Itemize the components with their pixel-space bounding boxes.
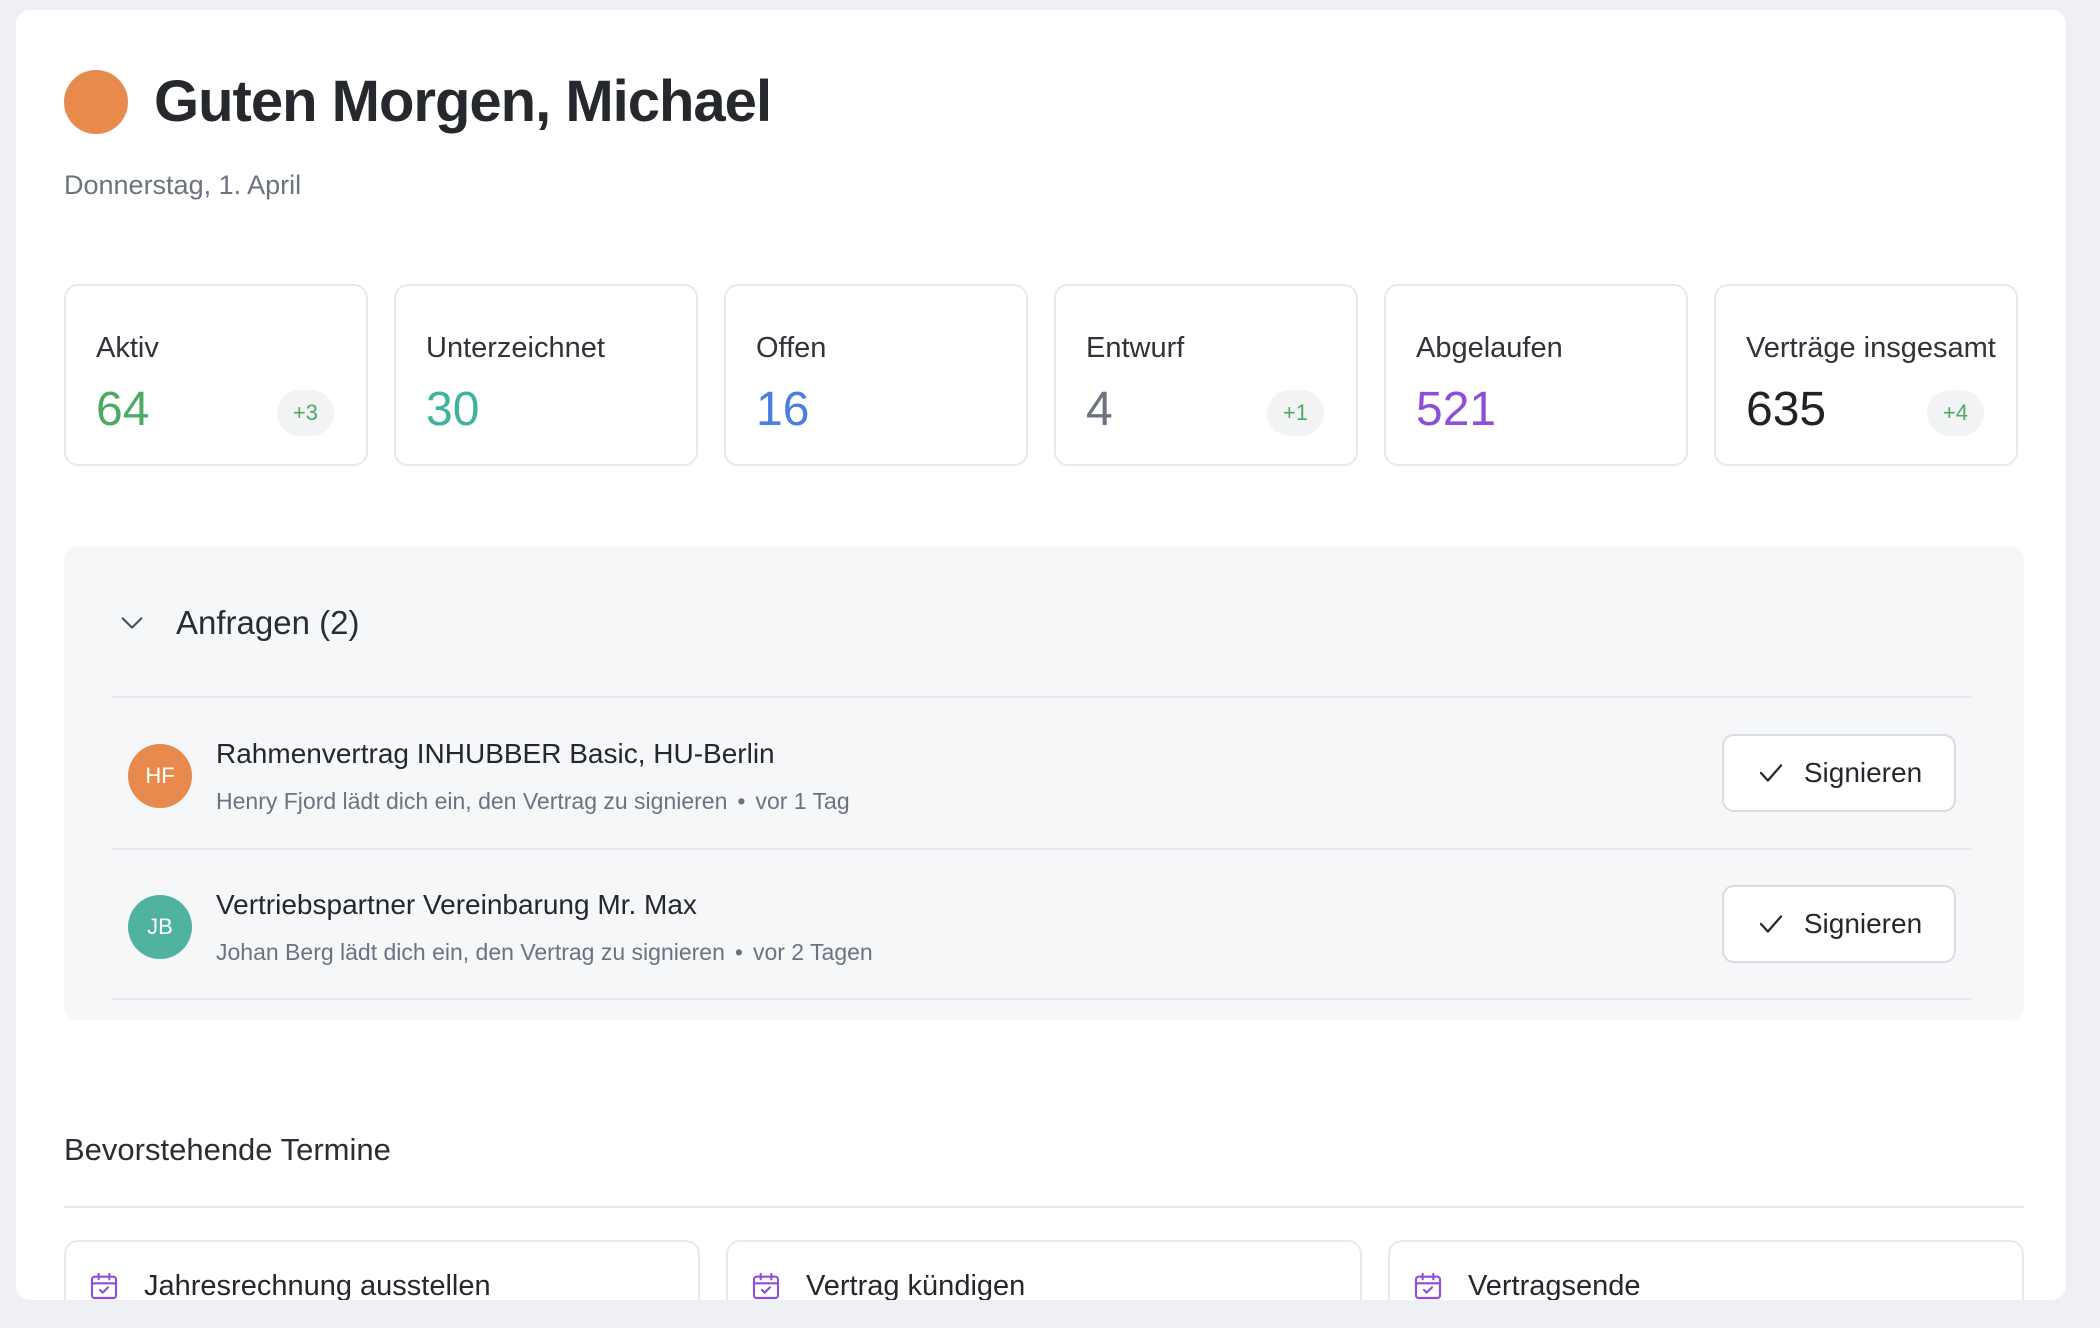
- calendar-check-icon: [1414, 1272, 1442, 1300]
- divider: [64, 1206, 2024, 1208]
- check-icon: [1759, 764, 1782, 782]
- dashboard-panel: Guten Morgen, Michael Donnerstag, 1. Apr…: [16, 10, 2066, 1300]
- request-name[interactable]: Vertriebspartner Vereinbarung Mr. Max: [216, 889, 697, 921]
- request-time: vor 1 Tag: [755, 788, 850, 814]
- separator: •: [734, 939, 743, 965]
- stat-card-offen[interactable]: Offen 16: [724, 284, 1028, 466]
- calendar-check-icon: [752, 1272, 780, 1300]
- stat-card-abgelaufen[interactable]: Abgelaufen 521: [1384, 284, 1688, 466]
- event-label: Vertragsende: [1468, 1270, 1641, 1300]
- requests-title: Anfragen (2): [176, 604, 360, 641]
- stat-label: Unterzeichnet: [426, 332, 605, 364]
- calendar-check-icon: [90, 1272, 118, 1300]
- check-icon: [1759, 915, 1782, 933]
- stat-value: 30: [426, 383, 480, 436]
- avatar: JB: [128, 895, 192, 959]
- greeting: Guten Morgen, Michael: [64, 68, 772, 135]
- requests-toggle[interactable]: Anfragen (2): [118, 604, 359, 642]
- stat-card-aktiv[interactable]: Aktiv 64 +3: [64, 284, 368, 466]
- event-label: Vertrag kündigen: [806, 1270, 1026, 1300]
- request-subtitle: Johan Berg lädt dich ein, den Vertrag zu…: [216, 939, 873, 966]
- stat-card-unterzeichnet[interactable]: Unterzeichnet 30: [394, 284, 698, 466]
- section-title: Bevorstehende Termine: [64, 1132, 391, 1167]
- stat-label: Verträge insgesamt: [1746, 332, 1996, 364]
- stat-value: 4: [1086, 383, 1113, 436]
- stat-value: 16: [756, 383, 810, 436]
- stat-label: Entwurf: [1086, 332, 1185, 364]
- stat-value: 64: [96, 383, 150, 436]
- request-subtitle: Henry Fjord lädt dich ein, den Vertrag z…: [216, 788, 850, 815]
- stat-card-insgesamt[interactable]: Verträge insgesamt 635 +4: [1714, 284, 2018, 466]
- stat-value: 521: [1416, 383, 1497, 436]
- event-card[interactable]: Vertrag kündigen: [726, 1240, 1362, 1300]
- page-title: Guten Morgen, Michael: [154, 69, 772, 134]
- stat-label: Offen: [756, 332, 827, 364]
- stat-badge: +3: [276, 390, 334, 436]
- list-item: HF Rahmenvertrag INHUBBER Basic, HU-Berl…: [112, 698, 1972, 848]
- stat-badge: +1: [1266, 390, 1324, 436]
- request-time: vor 2 Tagen: [752, 939, 873, 965]
- stat-label: Abgelaufen: [1416, 332, 1563, 364]
- event-card[interactable]: Vertragsende: [1388, 1240, 2024, 1300]
- avatar: HF: [128, 744, 192, 808]
- events-row: Jahresrechnung ausstellen Vertrag kündig…: [64, 1240, 2024, 1300]
- request-invite-text: Johan Berg lädt dich ein, den Vertrag zu…: [216, 939, 725, 965]
- list-item: JB Vertriebspartner Vereinbarung Mr. Max…: [112, 849, 1972, 999]
- stat-card-entwurf[interactable]: Entwurf 4 +1: [1054, 284, 1358, 466]
- chevron-down-icon: [121, 617, 143, 629]
- request-invite-text: Henry Fjord lädt dich ein, den Vertrag z…: [216, 788, 728, 814]
- stats-row: Aktiv 64 +3 Unterzeichnet 30 Offen 16 En…: [64, 284, 2018, 466]
- sign-button[interactable]: Signieren: [1722, 885, 1956, 963]
- separator: •: [737, 788, 746, 814]
- stat-value: 635: [1746, 383, 1827, 436]
- divider: [112, 998, 1972, 1000]
- stat-label: Aktiv: [96, 332, 159, 364]
- sign-button-label: Signieren: [1803, 908, 1923, 939]
- current-date: Donnerstag, 1. April: [64, 170, 302, 200]
- requests-section: Anfragen (2) HF Rahmenvertrag INHUBBER B…: [64, 546, 2024, 1020]
- event-card[interactable]: Jahresrechnung ausstellen: [64, 1240, 700, 1300]
- sign-button-label: Signieren: [1803, 757, 1923, 788]
- request-name[interactable]: Rahmenvertrag INHUBBER Basic, HU-Berlin: [216, 738, 775, 770]
- stat-badge: +4: [1926, 390, 1984, 436]
- event-label: Jahresrechnung ausstellen: [144, 1270, 491, 1300]
- sign-button[interactable]: Signieren: [1722, 734, 1956, 812]
- status-dot: [64, 69, 128, 134]
